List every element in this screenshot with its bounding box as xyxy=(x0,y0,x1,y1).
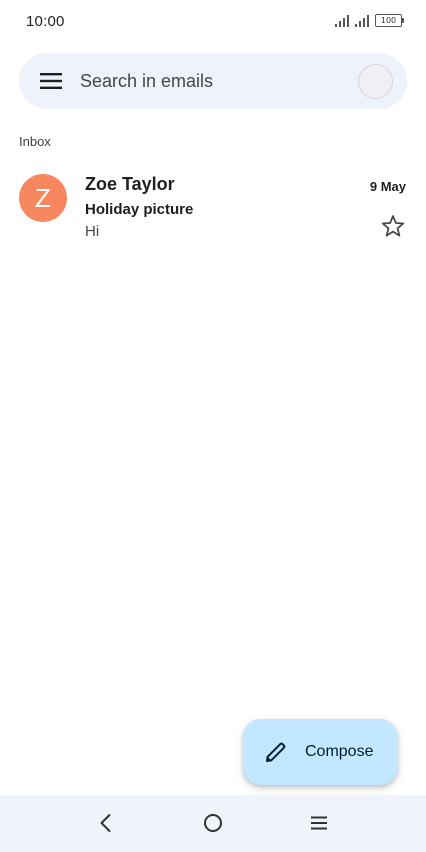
status-icons: 100 xyxy=(335,14,404,27)
battery-icon: 100 xyxy=(375,14,404,27)
status-bar: 10:00 100 xyxy=(0,0,426,44)
search-bar[interactable]: Search in emails xyxy=(19,53,407,109)
back-icon[interactable] xyxy=(94,811,118,835)
account-avatar[interactable] xyxy=(358,64,393,99)
signal-icon xyxy=(355,14,369,27)
email-subject: Holiday picture xyxy=(85,201,194,218)
compose-button[interactable]: Compose xyxy=(243,719,398,785)
system-navigation-bar xyxy=(0,795,426,852)
search-input[interactable]: Search in emails xyxy=(80,71,213,92)
recents-icon[interactable] xyxy=(307,811,331,835)
home-icon[interactable] xyxy=(201,811,225,835)
hamburger-menu-icon[interactable] xyxy=(39,71,63,91)
star-icon[interactable] xyxy=(380,213,406,239)
sender-name: Zoe Taylor xyxy=(85,174,175,194)
email-date: 9 May xyxy=(369,179,406,194)
signal-icon xyxy=(335,14,349,27)
pencil-icon xyxy=(266,742,286,762)
status-time: 10:00 xyxy=(26,13,65,30)
email-snippet: Hi xyxy=(85,223,100,240)
compose-label: Compose xyxy=(305,743,374,760)
sender-avatar[interactable]: Z xyxy=(19,174,67,222)
gmail-inbox-screen: 10:00 100 Search in emails Inbox Z Zoe T… xyxy=(0,0,426,852)
mailbox-label: Inbox xyxy=(19,134,51,149)
email-list-item[interactable]: Z Zoe Taylor 9 May Holiday picture Hi xyxy=(0,164,426,250)
